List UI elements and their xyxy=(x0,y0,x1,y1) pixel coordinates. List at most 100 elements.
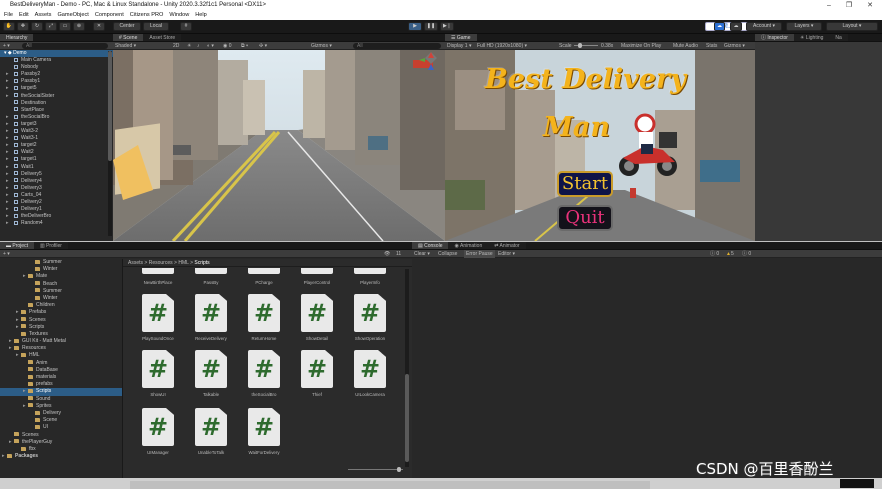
tools-icon[interactable]: ✣ ▾ xyxy=(259,42,267,50)
hierarchy-item[interactable]: ▸ Passby2 xyxy=(0,71,113,78)
shading-dropdown[interactable]: Shaded ▾ xyxy=(115,42,136,50)
menu-edit[interactable]: Edit xyxy=(19,11,29,20)
project-tree-item[interactable]: Children xyxy=(0,302,122,309)
hierarchy-item[interactable]: ▸ Wait2 xyxy=(0,149,113,156)
tab-animator[interactable]: ⇄ Animator xyxy=(488,242,526,249)
expand-arrow-icon[interactable]: ▸ xyxy=(6,142,9,149)
add-icon[interactable]: + ▾ xyxy=(3,42,10,50)
rotate-tool-icon[interactable]: ↻ xyxy=(31,22,43,31)
expand-arrow-icon[interactable]: ▸ xyxy=(6,164,9,171)
script-asset-label[interactable]: PlayerInfo xyxy=(343,280,397,285)
script-asset[interactable]: # ShowOperation xyxy=(343,294,397,341)
project-tree-item[interactable]: Delivery xyxy=(0,410,122,417)
expand-arrow-icon[interactable]: ▸ xyxy=(6,171,9,178)
expand-arrow-icon[interactable]: ▸ xyxy=(6,178,9,185)
hand-tool-icon[interactable]: ✋ xyxy=(3,22,15,31)
expand-arrow-icon[interactable]: ▸ xyxy=(6,71,9,78)
menu-help[interactable]: Help xyxy=(195,11,207,20)
hierarchy-item[interactable]: ▸ Delivery2 xyxy=(0,199,113,206)
project-tree-item[interactable]: ▸ Scripts xyxy=(0,324,122,331)
project-tree-item[interactable]: Textures xyxy=(0,331,122,338)
maximize-on-play-toggle[interactable]: Maximize On Play xyxy=(621,42,661,50)
pivot-center-toggle[interactable]: Center xyxy=(113,22,141,31)
tab-console[interactable]: ▤ Console xyxy=(412,242,449,249)
expand-arrow-icon[interactable]: ▸ xyxy=(6,220,9,227)
project-tree-item[interactable]: Anim xyxy=(0,360,122,367)
project-tree-item[interactable]: Scenes xyxy=(0,432,122,439)
tab-game[interactable]: ☰ Game xyxy=(445,34,477,41)
eye-count-icon[interactable]: 👁 xyxy=(384,250,390,258)
project-tree-item[interactable]: ▸ Resources xyxy=(0,345,122,352)
menu-citizens-pro[interactable]: Citizens PRO xyxy=(130,11,164,20)
menu-window[interactable]: Window xyxy=(169,11,189,20)
warn-count-badge[interactable]: ▲5 xyxy=(726,250,734,258)
effects-icon[interactable]: ◐ ▾ xyxy=(207,42,214,50)
scene-camera-icon[interactable]: ⧉ ▾ xyxy=(241,42,248,50)
expand-arrow-icon[interactable]: ▸ xyxy=(6,213,9,220)
hierarchy-item[interactable]: ▸ Carts_04 xyxy=(0,192,113,199)
script-asset-icon[interactable] xyxy=(195,268,227,274)
scene-viewport[interactable] xyxy=(113,50,445,241)
tab-asset-store[interactable]: Asset Store xyxy=(143,34,182,41)
grid-snap-icon[interactable]: # xyxy=(180,22,192,31)
hierarchy-item[interactable]: ▸ target3 xyxy=(0,121,113,128)
create-asset-icon[interactable]: + ▾ xyxy=(3,250,10,258)
tab-scene[interactable]: # Scene xyxy=(113,34,144,41)
breadcrumb-scripts[interactable]: Scripts xyxy=(194,260,209,266)
asset-scrollbar[interactable] xyxy=(405,269,409,467)
expand-arrow-icon[interactable]: ▸ xyxy=(6,156,9,163)
start-button[interactable]: Start xyxy=(557,171,613,197)
hierarchy-scroll-thumb[interactable] xyxy=(108,51,112,161)
error-pause-toggle[interactable]: Error Pause xyxy=(464,250,495,258)
project-tree-item[interactable]: ▸ Prefabs xyxy=(0,309,122,316)
audio-icon[interactable]: ♪ xyxy=(197,42,200,50)
account-dropdown[interactable]: Account ▾ xyxy=(746,22,782,31)
maximize-button[interactable]: ❐ xyxy=(840,0,858,11)
hierarchy-item[interactable]: ▸ Passby1 xyxy=(0,78,113,85)
lighting-icon[interactable]: ☀ xyxy=(187,42,191,50)
script-asset-label[interactable]: NewBirthPlace xyxy=(131,280,185,285)
expand-arrow-icon[interactable]: ▸ xyxy=(6,121,9,128)
icon-size-slider[interactable] xyxy=(348,469,403,470)
breadcrumb-hml[interactable]: HML xyxy=(178,260,188,266)
display-dropdown[interactable]: Display 1 ▾ xyxy=(447,42,471,50)
script-asset[interactable]: # Talkable xyxy=(184,350,238,397)
hierarchy-item[interactable]: ▸ theDeliverBro xyxy=(0,213,113,220)
hidden-objects-icon[interactable]: ◉ 0 xyxy=(223,42,232,50)
layout-dropdown[interactable]: Layout ▾ xyxy=(826,22,878,31)
expand-arrow-icon[interactable]: ▸ xyxy=(6,185,9,192)
project-tree-item[interactable]: ▸ GUI Kit - Matt Metal xyxy=(0,338,122,345)
hierarchy-item[interactable]: ▸ target2 xyxy=(0,142,113,149)
project-tree-item[interactable]: DataBase xyxy=(0,367,122,374)
tab-inspector[interactable]: ⓘ Inspector xyxy=(755,34,794,41)
hierarchy-item[interactable]: ▸ theSocialSister xyxy=(0,93,113,100)
script-asset[interactable]: # PlaySoundOnce xyxy=(131,294,185,341)
hierarchy-item[interactable]: ▸ Delivery4 xyxy=(0,178,113,185)
gizmos-dropdown[interactable]: Gizmos ▾ xyxy=(311,42,332,50)
expand-arrow-icon[interactable]: ▸ xyxy=(6,78,9,85)
transform-tool-icon[interactable]: ⊕ xyxy=(73,22,85,31)
breadcrumb-assets[interactable]: Assets xyxy=(128,260,143,266)
clear-dropdown[interactable]: Clear ▾ xyxy=(414,250,430,258)
project-tree-item[interactable]: Winter xyxy=(0,295,122,302)
hierarchy-item[interactable]: ▸ target5 xyxy=(0,85,113,92)
menu-component[interactable]: Component xyxy=(95,11,124,20)
hierarchy-item[interactable]: ▸ Delivery1 xyxy=(0,206,113,213)
project-tree-item[interactable]: ▸ Mate xyxy=(0,273,122,280)
tab-project[interactable]: ▬ Project xyxy=(0,242,34,249)
script-asset-label[interactable]: PCharge xyxy=(237,280,291,285)
project-tree-item[interactable]: prefabs xyxy=(0,381,122,388)
expand-arrow-icon[interactable]: ▸ xyxy=(6,135,9,142)
menu-assets[interactable]: Assets xyxy=(35,11,52,20)
project-tree-item[interactable]: ▸ Packages xyxy=(0,453,122,460)
script-asset-label[interactable]: PlayerControl xyxy=(290,280,344,285)
resolution-dropdown[interactable]: Full HD (1920x1080) ▾ xyxy=(477,42,527,50)
toggle-2d[interactable]: 2D xyxy=(173,42,179,50)
mute-audio-toggle[interactable]: Mute Audio xyxy=(673,42,698,50)
move-tool-icon[interactable]: ✥ xyxy=(17,22,29,31)
tab-profiler[interactable]: ▥ Profiler xyxy=(33,242,68,249)
scale-tool-icon[interactable]: ⤢ xyxy=(45,22,57,31)
hierarchy-item[interactable]: ▸ Wait3-1 xyxy=(0,135,113,142)
project-tree-item[interactable]: ▸ Sprites xyxy=(0,403,122,410)
script-asset[interactable]: # Thief xyxy=(290,350,344,397)
